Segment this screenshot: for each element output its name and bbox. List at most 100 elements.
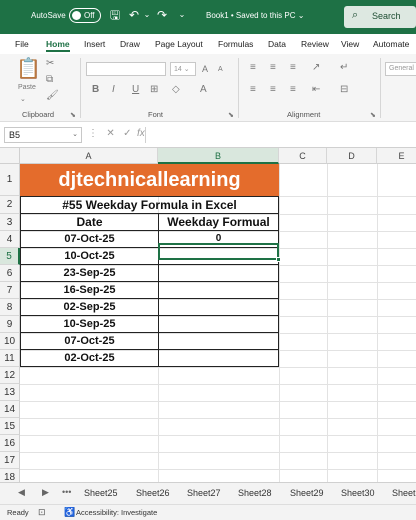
sheet-tab[interactable]: Sheet25 <box>84 488 118 498</box>
sheet-tab[interactable]: Sheet30 <box>341 488 375 498</box>
paste-icon[interactable]: 📋 <box>16 58 41 80</box>
fx-icon[interactable]: fx <box>137 128 145 139</box>
fill-color-icon[interactable]: ◇ <box>172 84 180 96</box>
row-header[interactable]: 16 <box>0 435 20 452</box>
sheet-tab[interactable]: Sheet29 <box>290 488 324 498</box>
chevron-down-icon[interactable]: ⌄ <box>72 130 78 138</box>
more-sheets-icon[interactable]: ••• <box>62 487 71 497</box>
row-header[interactable]: 7 <box>0 282 20 299</box>
row-header[interactable]: 13 <box>0 384 20 401</box>
align-right-icon[interactable]: ≡ <box>290 84 296 96</box>
align-top-icon[interactable]: ≡ <box>250 62 256 74</box>
date-cell[interactable]: 10-Sep-25 <box>20 315 159 333</box>
row-header[interactable]: 11 <box>0 350 20 367</box>
date-header-cell[interactable]: Date <box>20 213 159 231</box>
date-cell[interactable]: 02-Sep-25 <box>20 298 159 316</box>
tab-view[interactable]: View <box>341 39 359 49</box>
weekday-header-cell[interactable]: Weekday Formual <box>158 213 279 231</box>
weekday-cell[interactable] <box>158 264 279 282</box>
row-header[interactable]: 12 <box>0 367 20 384</box>
formula-input[interactable] <box>145 127 416 143</box>
align-center-icon[interactable]: ≡ <box>270 84 276 96</box>
next-sheet-icon[interactable]: ▶ <box>42 487 49 498</box>
row-header[interactable]: 3 <box>0 214 20 231</box>
bold-icon[interactable]: B <box>92 84 99 96</box>
prev-sheet-icon[interactable]: ◀ <box>18 487 25 498</box>
row-header[interactable]: 18 <box>0 469 20 482</box>
row-header[interactable]: 17 <box>0 452 20 469</box>
cut-icon[interactable]: ✂ <box>46 58 54 70</box>
tab-draw[interactable]: Draw <box>120 39 140 49</box>
active-cell-b5[interactable] <box>158 243 279 260</box>
font-color-icon[interactable]: A <box>200 84 207 96</box>
tab-automate[interactable]: Automate <box>373 39 409 49</box>
column-header-d[interactable]: D <box>327 148 377 164</box>
weekday-cell[interactable] <box>158 315 279 333</box>
align-middle-icon[interactable]: ≡ <box>270 62 276 74</box>
borders-icon[interactable]: ⊞ <box>150 84 158 96</box>
more-options-icon[interactable]: ⋮ <box>88 128 98 139</box>
tab-data[interactable]: Data <box>268 39 286 49</box>
italic-icon[interactable]: I <box>112 84 115 96</box>
row-header[interactable]: 2 <box>0 196 20 214</box>
date-cell[interactable]: 16-Sep-25 <box>20 281 159 299</box>
alignment-launcher-icon[interactable]: ⬊ <box>370 110 376 122</box>
decrease-font-icon[interactable]: A <box>218 64 223 76</box>
customize-toolbar-icon[interactable]: ⌄ <box>175 8 189 22</box>
underline-icon[interactable]: U <box>132 84 139 96</box>
column-header-c[interactable]: C <box>279 148 327 164</box>
row-header[interactable]: 15 <box>0 418 20 435</box>
sheet-tab[interactable]: Sheet27 <box>187 488 221 498</box>
sheet-tab[interactable]: Sheet <box>392 488 416 498</box>
redo-icon[interactable]: ↷ <box>155 8 169 22</box>
font-name-box[interactable] <box>86 62 166 76</box>
orientation-icon[interactable]: ↗ <box>312 62 320 74</box>
align-bottom-icon[interactable]: ≡ <box>290 62 296 74</box>
macro-record-icon[interactable]: ⊡ <box>38 507 46 518</box>
fill-handle[interactable] <box>276 257 281 262</box>
name-box[interactable]: B5 ⌄ <box>4 127 82 143</box>
undo-dropdown-icon[interactable]: ⌄ <box>140 8 154 22</box>
tab-formulas[interactable]: Formulas <box>218 39 253 49</box>
tab-file[interactable]: File <box>15 39 29 49</box>
sheet-tab[interactable]: Sheet28 <box>238 488 272 498</box>
paste-label[interactable]: Paste <box>18 82 36 94</box>
spreadsheet-grid[interactable]: A B C D E 1 2 3 4 5 6 7 8 9 10 11 12 13 … <box>0 148 416 482</box>
row-header[interactable]: 6 <box>0 265 20 282</box>
wrap-text-icon[interactable]: ↵ <box>340 62 348 74</box>
accessibility-status[interactable]: Accessibility: Investigate <box>76 508 157 517</box>
save-icon[interactable]: 🖫 <box>108 8 122 22</box>
font-launcher-icon[interactable]: ⬊ <box>228 110 234 122</box>
select-all-corner[interactable] <box>0 148 20 164</box>
weekday-cell[interactable] <box>158 332 279 350</box>
date-cell[interactable]: 07-Oct-25 <box>20 230 159 248</box>
accessibility-icon[interactable]: ♿ <box>64 507 75 518</box>
clipboard-launcher-icon[interactable]: ⬊ <box>70 110 76 122</box>
cancel-icon[interactable]: ✕ <box>106 128 114 139</box>
banner-cell[interactable]: djtechnicallearning <box>20 164 279 196</box>
tab-home[interactable]: Home <box>46 39 70 52</box>
row-header[interactable]: 9 <box>0 316 20 333</box>
copy-icon[interactable]: ⧉ <box>46 74 53 86</box>
row-header[interactable]: 4 <box>0 231 20 248</box>
row-header[interactable]: 5 <box>0 248 20 265</box>
paste-dropdown-icon[interactable]: ⌄ <box>20 94 26 106</box>
search-box[interactable]: ⌕ Search <box>344 6 416 28</box>
tab-page-layout[interactable]: Page Layout <box>155 39 203 49</box>
align-left-icon[interactable]: ≡ <box>250 84 256 96</box>
row-header[interactable]: 8 <box>0 299 20 316</box>
date-cell[interactable]: 23-Sep-25 <box>20 264 159 282</box>
column-header-a[interactable]: A <box>20 148 158 164</box>
merge-center-icon[interactable]: ⊟ <box>340 84 348 96</box>
column-header-e[interactable]: E <box>377 148 416 164</box>
weekday-cell[interactable] <box>158 281 279 299</box>
tab-insert[interactable]: Insert <box>84 39 105 49</box>
format-painter-icon[interactable]: 🖌 <box>46 90 59 102</box>
indent-icon[interactable]: ⇤ <box>312 84 320 96</box>
tab-review[interactable]: Review <box>301 39 329 49</box>
date-cell[interactable]: 02-Oct-25 <box>20 349 159 367</box>
weekday-cell[interactable] <box>158 298 279 316</box>
row-header[interactable]: 10 <box>0 333 20 350</box>
undo-icon[interactable]: ↶ <box>127 8 141 22</box>
document-title[interactable]: Book1 • Saved to this PC ⌄ <box>206 11 304 20</box>
